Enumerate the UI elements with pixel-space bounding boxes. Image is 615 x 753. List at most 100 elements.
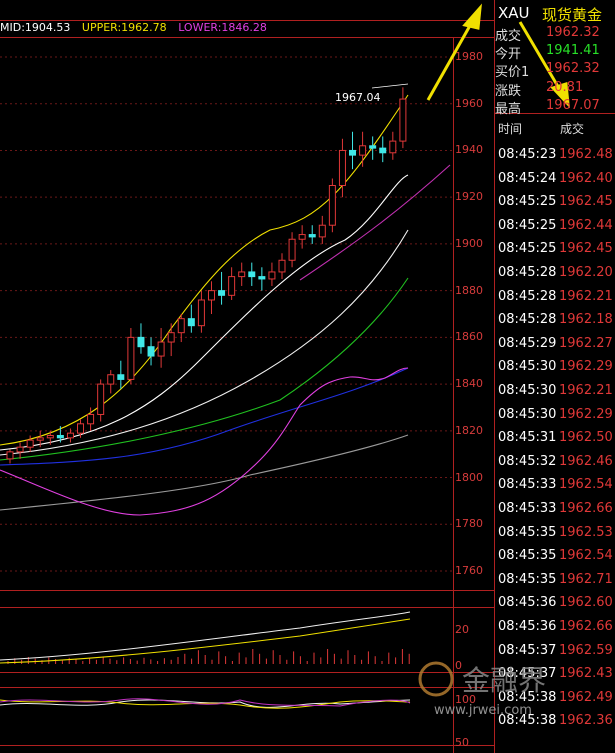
tick-time: 08:45:29 [498,335,557,351]
candle-body [77,423,85,434]
candle [328,178,336,233]
candle-body [187,318,195,327]
tick-time: 08:45:30 [498,406,557,422]
quote-label: 今开 [495,47,522,63]
tick-price: 1962.54 [559,548,613,564]
tick-price: 1962.18 [559,312,613,328]
quote-value: 20.81 [546,79,584,95]
candle-body [338,149,346,186]
candle [238,262,246,286]
candle [167,323,175,357]
tick-price: 1962.53 [559,524,613,540]
candle [107,370,115,394]
price-axis-label: 1900 [455,236,483,250]
tick-price: 1962.66 [559,619,613,634]
candle-body [389,140,397,154]
price-axis-label: 1760 [455,564,483,577]
candle [177,314,185,343]
candle [218,271,226,305]
tick-time: 08:45:35 [498,571,557,587]
candle-body [197,299,205,327]
candle [268,262,276,286]
tick-price: 1962.44 [559,217,613,233]
candle-body [177,318,185,334]
tick-price: 1962.21 [559,383,613,398]
tick-price: 1962.46 [559,453,613,469]
ma-white-line [0,229,409,456]
symbol-label[interactable]: XAU [498,4,530,22]
tick-price: 1962.29 [559,406,613,422]
candle [6,449,14,464]
candle-body [288,238,296,261]
candle [207,281,215,314]
sub-axis-label: 20 [455,623,469,636]
candle-body [36,437,44,441]
candle-body [228,276,236,296]
quote-label: 最高 [495,101,522,117]
candle-body [328,185,336,226]
candle [359,131,367,167]
price-axis-label: 1820 [455,423,483,437]
price-axis-label: 1780 [455,517,483,531]
candle-body [26,439,34,448]
quote-value: 1962.32 [546,25,600,40]
candle-body [87,413,95,425]
candle-body [308,234,316,238]
tick-time: 08:45:37 [498,642,557,658]
tick-time: 08:45:33 [498,477,557,493]
candle [369,136,377,160]
watermark: 金融界 www.jrwei.com [414,657,614,727]
candle [97,379,105,422]
candle [26,435,34,452]
quote-value: 1967.07 [546,97,600,113]
tick-price: 1962.71 [559,571,613,587]
tick-price: 1962.20 [559,265,613,280]
price-axis-label: 1940 [455,143,483,157]
candle-body [97,383,105,415]
tick-time: 08:45:25 [498,217,557,233]
tick-price: 1962.48 [559,147,613,162]
candle-body [318,224,326,238]
candle-body [258,276,266,280]
candle [318,215,326,244]
tick-time: 08:45:25 [498,241,557,257]
candle-body [218,290,226,296]
tick-time: 08:45:36 [498,595,557,611]
upper-legend: UPPER:1962.78 [81,21,167,34]
sub-axis-label: 0 [455,659,462,672]
tick-time: 08:45:33 [498,501,557,516]
high-annotation: 1967.04 [335,91,381,104]
candle [389,131,397,160]
candle [117,360,125,389]
tick-price: 1962.66 [559,501,613,516]
candle [288,232,296,268]
tick-price: 1962.27 [559,335,613,351]
tick-time: 08:45:30 [498,359,557,375]
indicator-legend: MID:1904.53 UPPER:1962.78 LOWER:1846.28 [0,21,275,34]
candle-body [16,446,24,453]
price-axis-label: 1800 [455,470,483,484]
candle-body [349,149,357,156]
candle-body [399,98,407,142]
price-axis-label: 1880 [455,283,483,297]
candle-body [137,336,145,348]
candle-body [238,271,246,278]
candle-body [147,346,155,357]
candle-body [107,374,115,385]
candle-body [117,374,125,380]
quote-label: 买价1 [495,65,530,81]
tick-time-header: 时间 [498,122,523,136]
tick-time: 08:45:24 [498,170,557,186]
mid-legend: MID:1904.53 [0,21,71,34]
watermark-logo-icon [418,661,454,697]
candle-body [248,271,256,278]
lower-band-line [0,367,409,516]
candle [157,328,165,368]
sub-axis-label: 50 [455,736,469,749]
tick-time: 08:45:23 [498,147,557,162]
tick-price: 1962.54 [559,477,613,493]
tick-price: 1962.40 [559,170,613,186]
tick-price: 1962.60 [559,595,613,611]
ma-blue-line [0,367,409,466]
candle-body [268,271,276,280]
